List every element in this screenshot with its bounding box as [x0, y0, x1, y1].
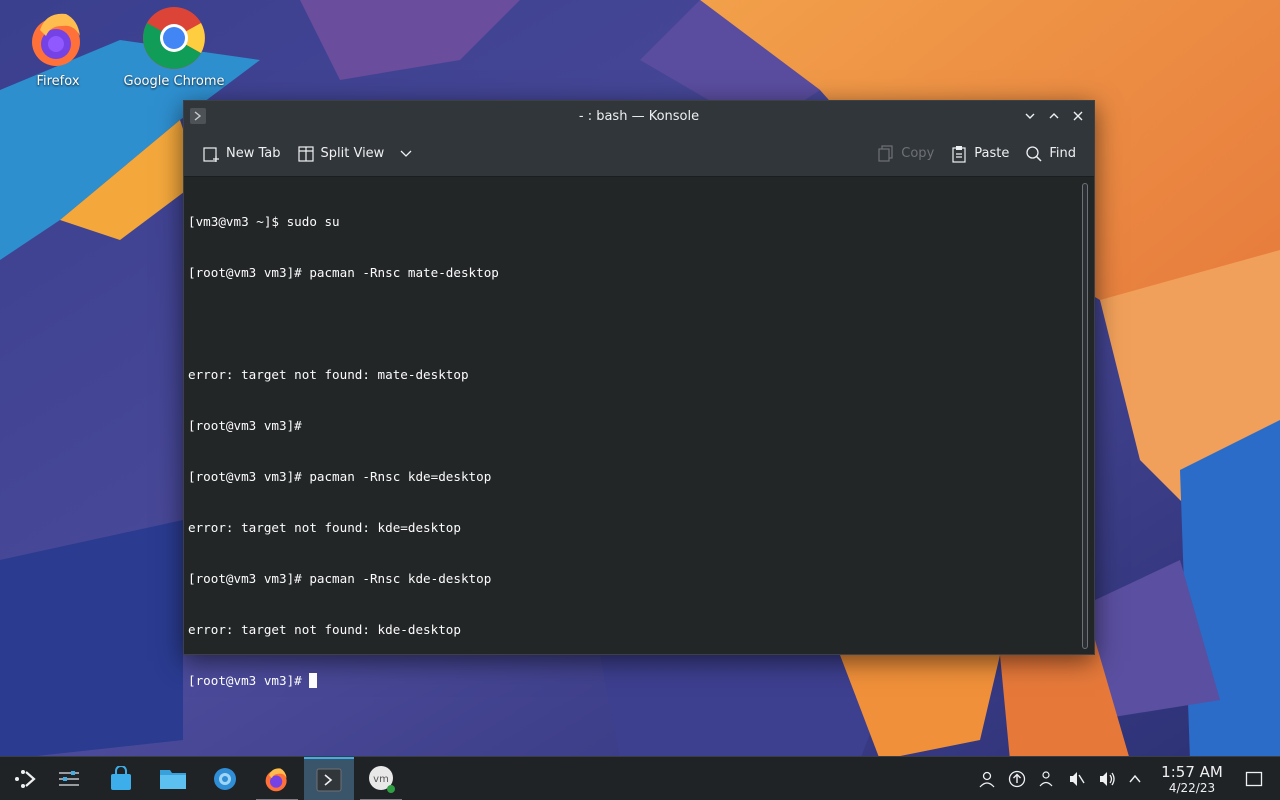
konsole-task-button[interactable] — [304, 757, 354, 800]
split-view-icon — [297, 145, 314, 162]
text-cursor — [309, 673, 318, 688]
taskbar: vm 1:57 AM 4/22/23 — [0, 756, 1280, 800]
copy-label: Copy — [901, 146, 935, 161]
svg-text:vm: vm — [373, 774, 389, 785]
minimize-button[interactable] — [1020, 107, 1040, 125]
new-tab-label: New Tab — [226, 146, 281, 161]
settings-icon — [214, 768, 236, 790]
maximize-button[interactable] — [1044, 107, 1064, 125]
split-view-label: Split View — [320, 146, 385, 161]
konsole-icon — [316, 768, 342, 792]
desktop-icon-firefox[interactable]: Firefox — [3, 6, 113, 89]
update-icon — [1008, 770, 1026, 788]
clock-time: 1:57 AM — [1161, 763, 1223, 781]
desktop-icon-label: Firefox — [36, 74, 80, 89]
firefox-icon — [265, 768, 287, 792]
copy-button[interactable]: Copy — [869, 141, 942, 167]
terminal-line: [vm3@vm3 ~]$ sudo su — [188, 214, 340, 229]
search-icon — [1026, 145, 1042, 162]
show-desktop-icon — [1245, 771, 1263, 787]
clock-date: 4/22/23 — [1168, 781, 1216, 795]
terminal-line: [root@vm3 vm3]# — [188, 418, 302, 433]
app-launcher-icon — [15, 770, 36, 788]
pager-icon — [59, 771, 79, 786]
network-button[interactable] — [1037, 769, 1057, 789]
microphone-mute-button[interactable] — [1067, 769, 1087, 789]
terminal-prompt: [root@vm3 vm3]# — [188, 673, 310, 688]
chrome-icon — [143, 7, 205, 69]
chevron-down-icon[interactable] — [396, 147, 416, 161]
terminal-prompt-line[interactable]: [root@vm3 vm3]# — [188, 672, 1090, 689]
window-titlebar[interactable]: - : bash — Konsole — [184, 101, 1094, 131]
find-label: Find — [1049, 146, 1076, 161]
discover-icon — [111, 766, 131, 790]
konsole-window: - : bash — Konsole New Tab Split View Co… — [183, 100, 1095, 688]
folder-icon — [160, 770, 186, 789]
terminal-line: error: target not found: kde-desktop — [188, 622, 461, 637]
paste-button[interactable]: Paste — [942, 141, 1017, 167]
chevron-down-icon — [1025, 113, 1035, 119]
firefox-task-button[interactable] — [252, 757, 302, 800]
konsole-app-icon[interactable] — [190, 108, 206, 124]
new-tab-icon — [203, 146, 219, 162]
vmware-task-button[interactable]: vm — [356, 757, 406, 800]
network-icon — [1039, 771, 1053, 787]
settings-button[interactable] — [200, 757, 250, 800]
firefox-icon — [32, 13, 80, 66]
mute-icon — [1070, 772, 1085, 786]
terminal-line: [root@vm3 vm3]# pacman -Rnsc kde-desktop — [188, 571, 492, 586]
find-button[interactable]: Find — [1017, 141, 1084, 167]
terminal-line: [root@vm3 vm3]# pacman -Rnsc kde=desktop — [188, 469, 492, 484]
user-icon — [979, 771, 995, 788]
dolphin-button[interactable] — [148, 757, 198, 800]
copy-icon — [878, 144, 893, 162]
vmware-icon: vm — [369, 766, 395, 793]
updates-button[interactable] — [1007, 769, 1027, 789]
terminal-scrollbar[interactable] — [1082, 183, 1088, 649]
volume-icon — [1100, 772, 1115, 786]
pager-button[interactable] — [44, 757, 94, 800]
chevron-up-icon — [1049, 113, 1059, 119]
show-hidden-icons-button[interactable] — [1125, 769, 1145, 789]
terminal-line: error: target not found: kde=desktop — [188, 520, 461, 535]
terminal-line: [root@vm3 vm3]# pacman -Rnsc mate-deskto… — [188, 265, 499, 280]
close-icon — [1073, 111, 1083, 121]
discover-button[interactable] — [96, 757, 146, 800]
show-desktop-button[interactable] — [1244, 769, 1264, 789]
digital-clock[interactable]: 1:57 AM 4/22/23 — [1152, 763, 1232, 795]
split-view-button[interactable]: Split View — [289, 141, 425, 167]
terminal-output[interactable]: [vm3@vm3 ~]$ sudo su [root@vm3 vm3]# pac… — [184, 177, 1094, 688]
window-toolbar: New Tab Split View Copy Paste Find — [184, 131, 1094, 177]
terminal-line: error: target not found: mate-desktop — [188, 367, 469, 382]
new-tab-button[interactable]: New Tab — [194, 141, 289, 167]
user-switch-button[interactable] — [977, 769, 997, 789]
close-button[interactable] — [1068, 107, 1088, 125]
window-title: - : bash — Konsole — [578, 108, 700, 124]
paste-label: Paste — [974, 146, 1010, 161]
volume-button[interactable] — [1097, 769, 1117, 789]
desktop-icon-label: Google Chrome — [123, 74, 225, 89]
app-launcher-button[interactable] — [0, 757, 50, 800]
chevron-up-icon — [1129, 774, 1141, 783]
paste-icon — [952, 145, 966, 163]
desktop-icon-google-chrome[interactable]: Google Chrome — [119, 6, 229, 89]
